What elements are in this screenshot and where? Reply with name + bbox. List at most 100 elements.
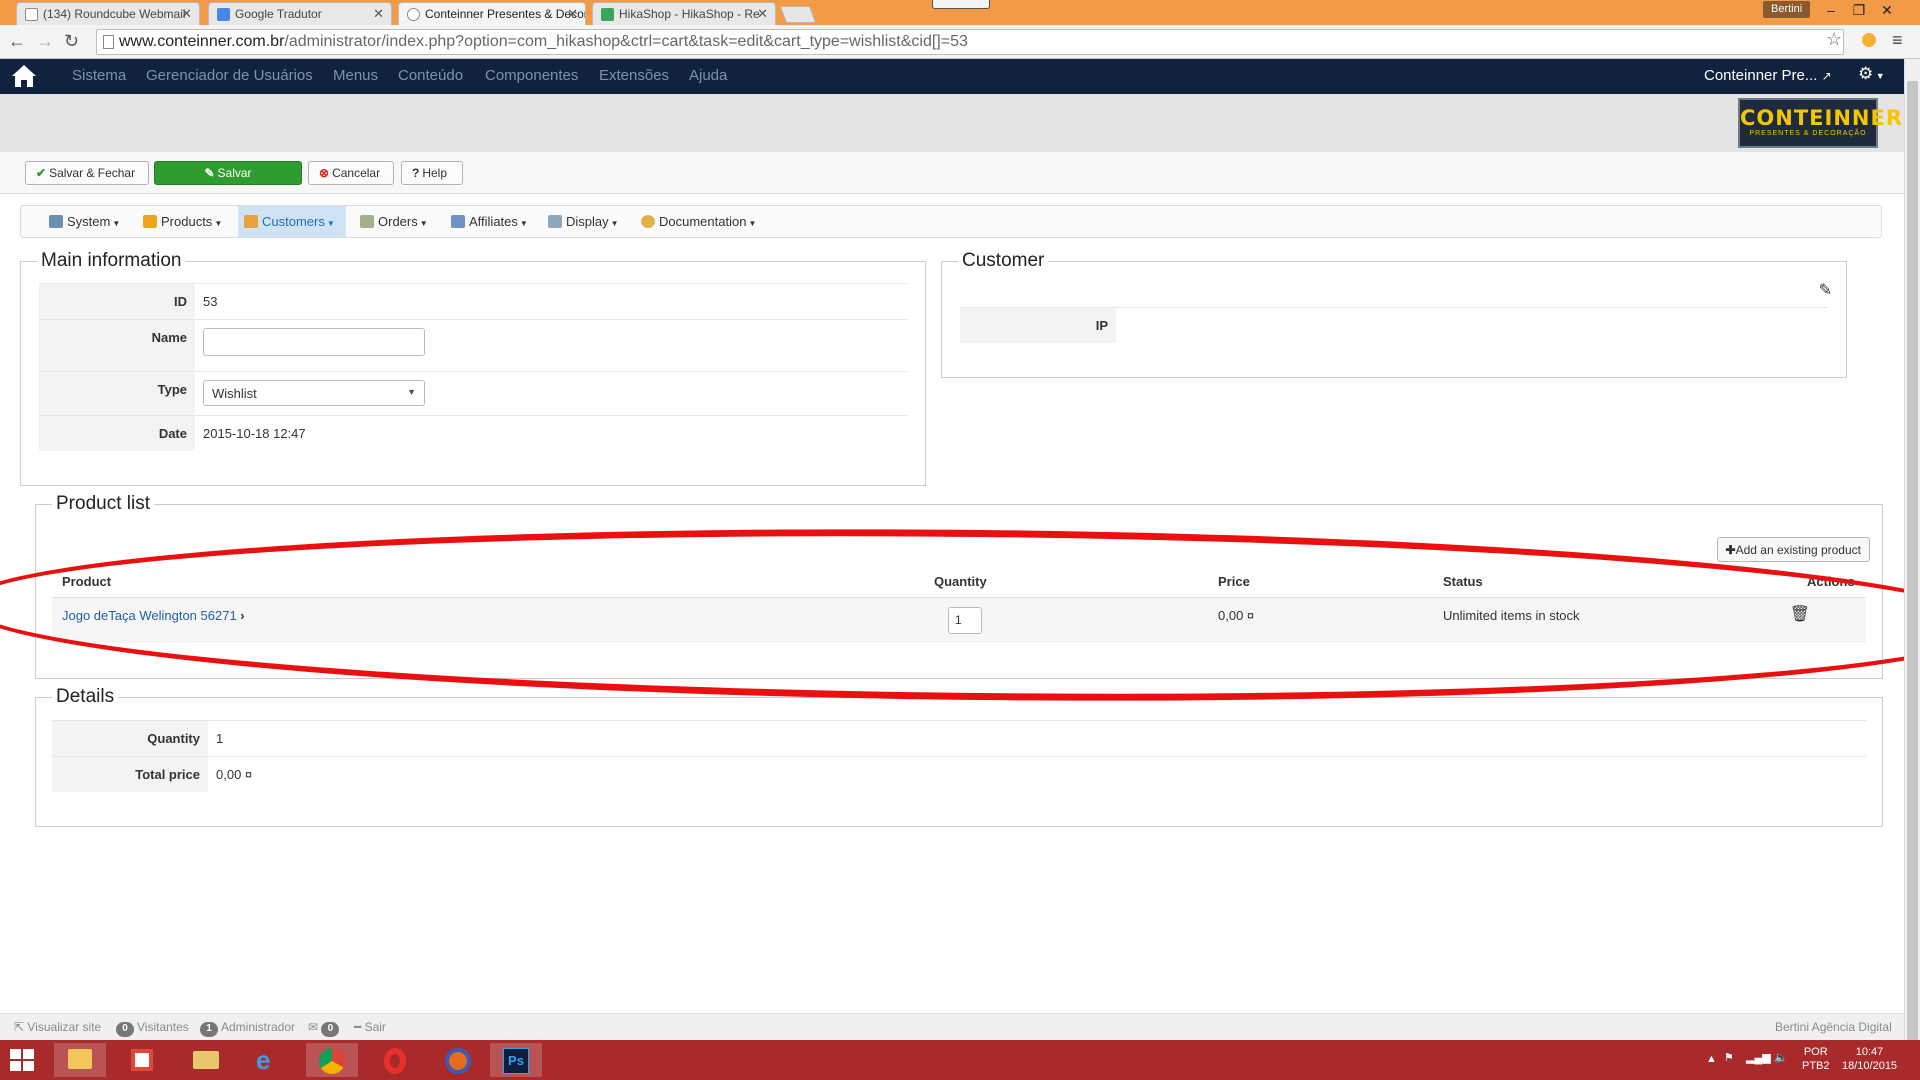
- tab-google-tradutor[interactable]: Google Tradutor ✕: [208, 2, 392, 25]
- menu-orders[interactable]: Orders ▼: [354, 206, 434, 237]
- nav-extensoes[interactable]: Extensões: [599, 67, 669, 84]
- site-link[interactable]: Conteinner Pre... ↗: [1704, 67, 1832, 84]
- tray-flag-icon[interactable]: ⚑: [1724, 1051, 1734, 1065]
- column-header-status: Status: [1443, 574, 1483, 589]
- close-window-icon[interactable]: ✕: [1874, 2, 1900, 19]
- taskbar-firefox-icon[interactable]: [432, 1043, 484, 1077]
- menu-display[interactable]: Display ▼: [542, 206, 625, 237]
- tray-volume-icon[interactable]: 🔈: [1774, 1051, 1788, 1065]
- save-button[interactable]: ✎ Salvar: [154, 161, 302, 185]
- id-row: ID 53: [39, 283, 907, 319]
- gear-icon[interactable]: ⚙ ▼: [1858, 64, 1885, 84]
- section-title: Details: [52, 686, 119, 708]
- restore-icon[interactable]: ❐: [1846, 2, 1872, 19]
- scrollbar-thumb[interactable]: [1907, 81, 1918, 1041]
- customer-section: Customer ✎ IP: [941, 250, 1847, 378]
- extension-icon[interactable]: [1862, 33, 1876, 47]
- taskbar-explorer-icon[interactable]: [54, 1043, 106, 1077]
- tab-title: (134) Roundcube Webmail: [43, 7, 186, 21]
- action-toolbar: ✔ Salvar & Fechar ✎ Salvar ⊗ Cancelar ? Help: [0, 152, 1904, 194]
- admin-footer: ⇱ Visualizar site 0 Visitantes 1 Administr…: [0, 1013, 1904, 1040]
- chevron-right-icon: ›: [240, 608, 245, 623]
- windows-start-icon[interactable]: [10, 1049, 34, 1074]
- help-button[interactable]: ? Help: [401, 161, 463, 185]
- url-path: /administrator/index.php?option=com_hika…: [284, 33, 968, 50]
- url-input[interactable]: www.conteinner.com.br/administrator/inde…: [96, 29, 1844, 55]
- trash-icon[interactable]: 🗑: [1790, 604, 1810, 624]
- quantity-input[interactable]: 1: [948, 607, 982, 634]
- chevron-down-icon: ▼: [407, 387, 416, 397]
- close-icon[interactable]: ✕: [373, 6, 384, 22]
- tray-language[interactable]: POR PTB2: [1802, 1045, 1830, 1073]
- close-icon[interactable]: ✕: [181, 6, 192, 22]
- box-icon: [143, 215, 157, 228]
- taskbar-opera-icon[interactable]: [369, 1043, 421, 1077]
- cancel-button[interactable]: ⊗ Cancelar: [308, 161, 394, 185]
- window-drag-handle[interactable]: [932, 0, 990, 9]
- menu-documentation[interactable]: Documentation ▼: [635, 206, 762, 237]
- close-icon[interactable]: ✕: [567, 6, 578, 22]
- admin-top-nav: Sistema Gerenciador de Usuários Menus Co…: [0, 59, 1904, 94]
- wrench-icon: [49, 215, 63, 228]
- taskbar-photoshop-icon[interactable]: Ps: [490, 1043, 542, 1077]
- save-close-button[interactable]: ✔ Salvar & Fechar: [25, 161, 149, 185]
- nav-menus[interactable]: Menus: [333, 67, 378, 84]
- profile-button[interactable]: Bertini: [1763, 1, 1811, 18]
- new-tab-button[interactable]: [779, 6, 817, 23]
- back-icon[interactable]: ←: [8, 31, 26, 52]
- visitors-status: 0 Visitantes: [116, 1020, 189, 1037]
- nav-conteudo[interactable]: Conteúdo: [398, 67, 463, 84]
- chrome-menu-icon[interactable]: ≡: [1892, 30, 1903, 51]
- tab-roundcube[interactable]: (134) Roundcube Webmail ✕: [16, 2, 200, 25]
- nav-usuarios[interactable]: Gerenciador de Usuários: [146, 67, 313, 84]
- pencil-icon[interactable]: ✎: [1819, 280, 1832, 300]
- help-icon: ?: [412, 166, 420, 180]
- close-icon[interactable]: ✕: [757, 6, 768, 22]
- nav-ajuda[interactable]: Ajuda: [689, 67, 727, 84]
- add-existing-product-button[interactable]: ✚Add an existing product: [1716, 537, 1870, 562]
- view-site-link[interactable]: ⇱ Visualizar site: [14, 1020, 101, 1034]
- tray-chevron-icon[interactable]: ▲: [1706, 1052, 1717, 1066]
- admin-status: 1 Administrador: [200, 1020, 295, 1037]
- taskbar-apps-icon[interactable]: [117, 1043, 169, 1077]
- messages-status[interactable]: ✉ 0: [308, 1020, 342, 1037]
- home-icon[interactable]: [10, 63, 38, 92]
- tab-hikashop[interactable]: HikaShop - HikaShop - Re ✕: [592, 2, 776, 25]
- tab-title: Conteinner Presentes & Decoração: [425, 7, 585, 21]
- taskbar-folder-icon[interactable]: [180, 1043, 232, 1077]
- tab-title: HikaShop - HikaShop - Re: [619, 7, 760, 21]
- conteinner-logo: CONTEINNER PRESENTES & DECORAÇÃO: [1738, 98, 1902, 148]
- type-select[interactable]: Wishlist ▼: [203, 380, 425, 406]
- taskbar-chrome-icon[interactable]: [306, 1043, 358, 1077]
- bookmark-star-icon[interactable]: ☆: [1826, 29, 1842, 50]
- external-link-icon: ↗: [1821, 69, 1832, 83]
- details-section: Details Quantity 1 Total price 0,00 ¤: [35, 686, 1883, 827]
- tab-conteinner[interactable]: Conteinner Presentes & Decoração ✕: [398, 2, 586, 25]
- column-header-price: Price: [1218, 574, 1250, 589]
- taskbar-ie-icon[interactable]: e: [243, 1043, 295, 1077]
- vertical-scrollbar[interactable]: [1904, 59, 1920, 1041]
- nav-componentes[interactable]: Componentes: [485, 67, 578, 84]
- menu-customers[interactable]: Customers ▼: [238, 206, 346, 237]
- menu-affiliates[interactable]: Affiliates ▼: [445, 206, 534, 237]
- name-input[interactable]: [203, 328, 425, 356]
- tray-clock[interactable]: 10:47 18/10/2015: [1842, 1045, 1897, 1073]
- nav-sistema[interactable]: Sistema: [72, 67, 126, 84]
- menu-system[interactable]: System ▼: [43, 206, 126, 237]
- minimize-icon[interactable]: –: [1818, 2, 1844, 18]
- main-information-section: Main information ID 53 Name Type Wishlis…: [20, 250, 926, 486]
- menu-products[interactable]: Products ▼: [137, 206, 228, 237]
- tray-network-icon[interactable]: ▂▄▆: [1746, 1051, 1771, 1065]
- product-link[interactable]: Jogo deTaça Welington 56271 ›: [62, 608, 245, 623]
- tab-title: Google Tradutor: [235, 7, 322, 21]
- display-icon: [548, 215, 562, 228]
- forward-icon[interactable]: →: [36, 31, 54, 52]
- logout-link[interactable]: ━ Sair: [354, 1020, 386, 1034]
- reload-icon[interactable]: ↻: [64, 31, 79, 52]
- id-value: 53: [203, 294, 218, 309]
- loading-icon: [407, 8, 420, 21]
- table-row: Jogo deTaça Welington 56271 › 1 0,00 ¤ U…: [52, 597, 1866, 643]
- url-host: www.conteinner.com.br: [119, 33, 285, 50]
- orders-icon: [360, 215, 374, 228]
- product-list-section: Product list ✚Add an existing product Pr…: [35, 493, 1883, 679]
